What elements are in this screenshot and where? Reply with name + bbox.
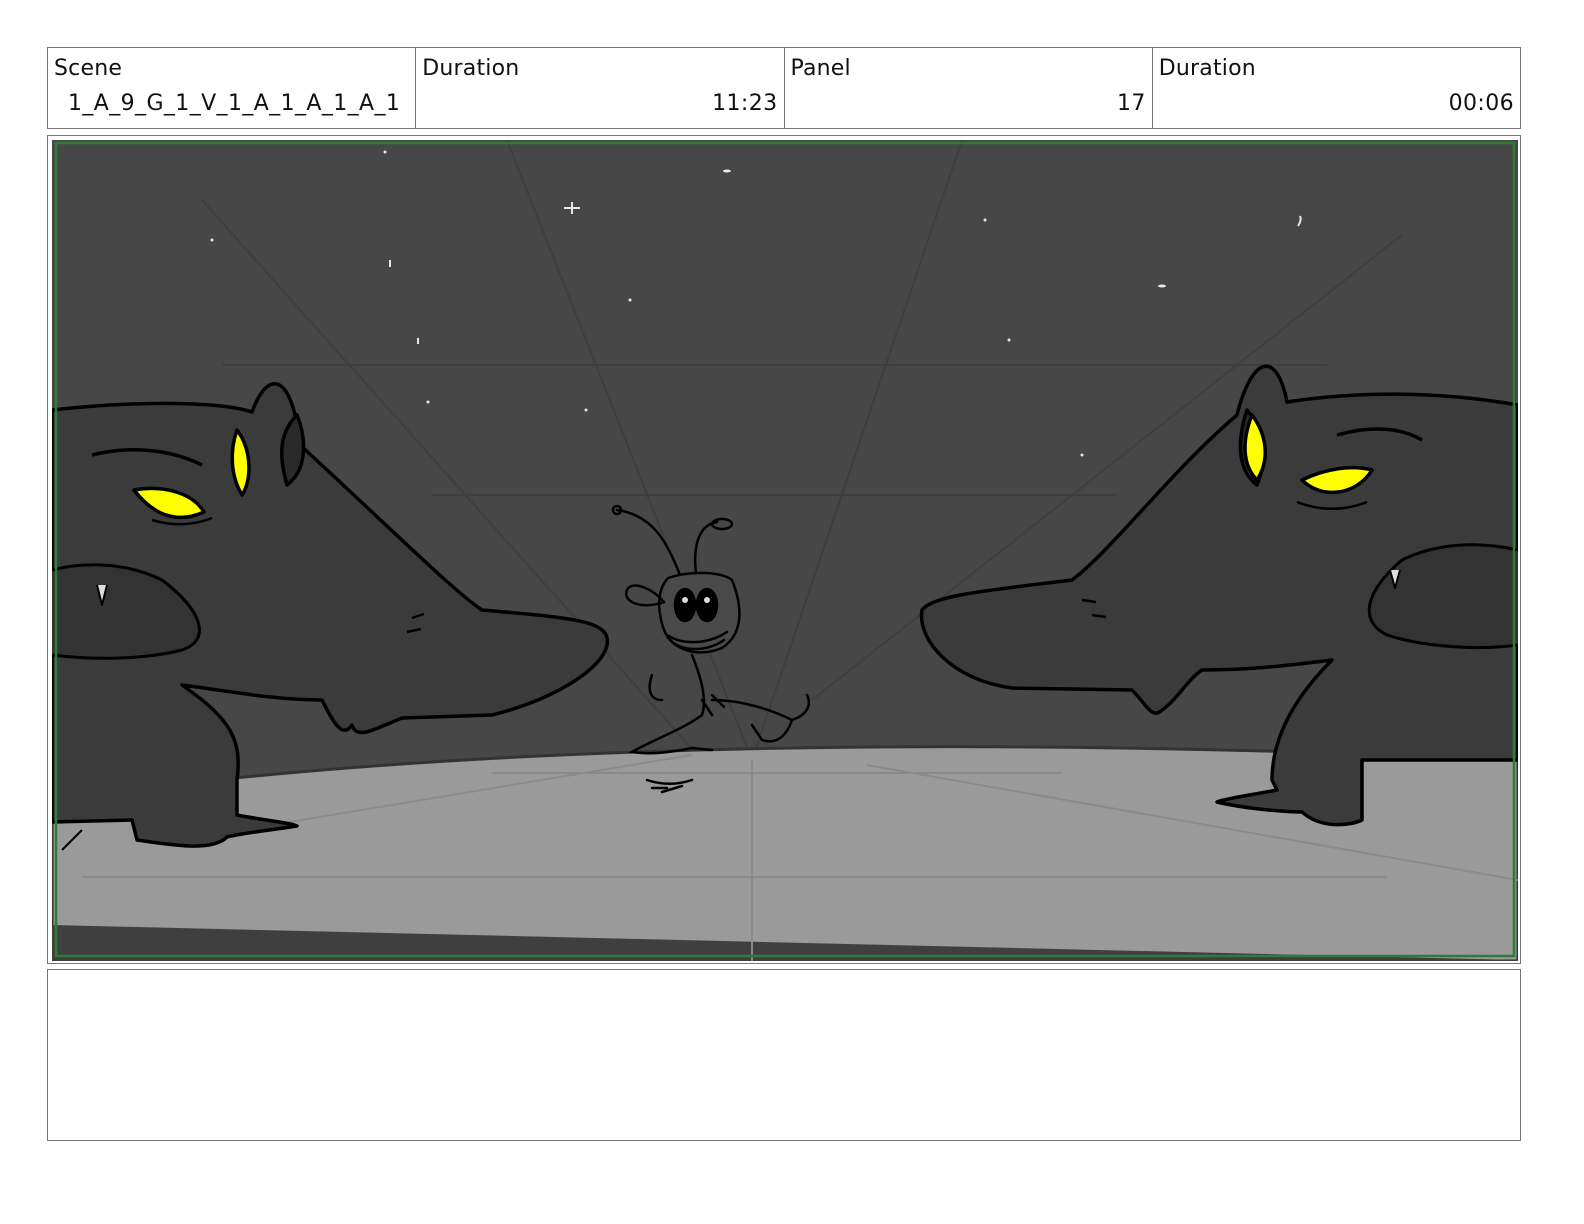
storyboard-panel (47, 135, 1521, 964)
panel-duration-cell: Duration 00:06 (1153, 48, 1520, 128)
panel-info-header: Scene 1_A_9_G_1_V_1_A_1_A_1_A_1 Duration… (47, 47, 1521, 129)
panel-cell: Panel 17 (785, 48, 1153, 128)
panel-value: 17 (1116, 91, 1146, 116)
panel-drawing (52, 140, 1518, 961)
panel-label: Panel (790, 56, 851, 81)
scene-duration-label: Duration (422, 56, 520, 81)
scene-label: Scene (54, 56, 123, 81)
scene-cell: Scene 1_A_9_G_1_V_1_A_1_A_1_A_1 (48, 48, 417, 128)
scene-value: 1_A_9_G_1_V_1_A_1_A_1_A_1 (68, 91, 401, 116)
scene-duration-cell: Duration 11:23 (416, 48, 785, 128)
panel-duration-value: 00:06 (1448, 91, 1514, 116)
scene-duration-value: 11:23 (712, 91, 778, 116)
panel-duration-label: Duration (1158, 56, 1256, 81)
panel-notes-box[interactable] (47, 969, 1521, 1141)
